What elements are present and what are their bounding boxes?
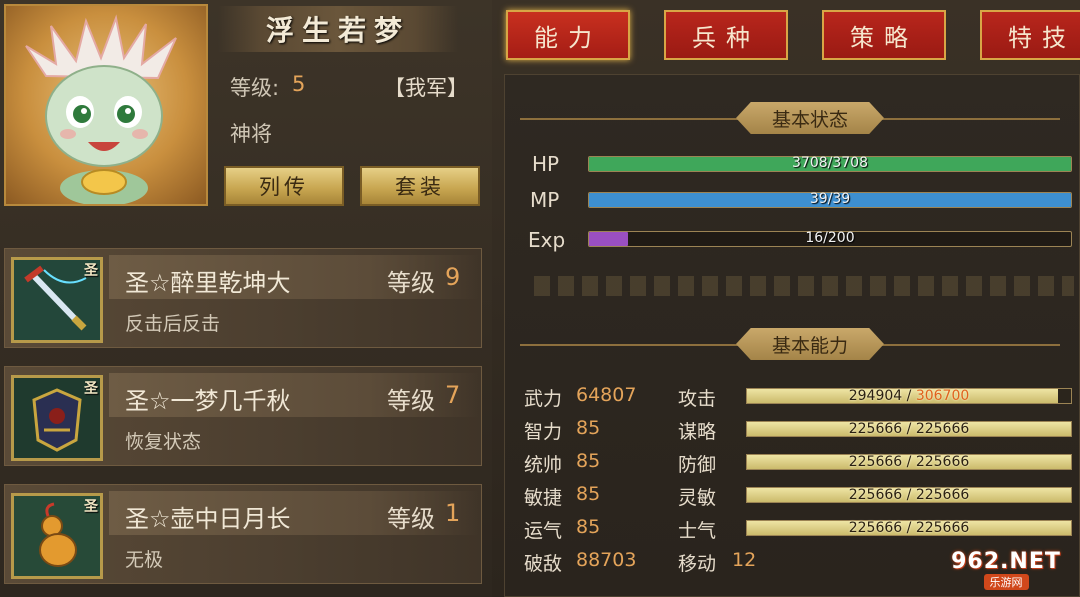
strategy-separator: / [902,421,916,437]
site-watermark: 962.NET 乐游网 [936,546,1076,592]
skill-desc: 反击后反击 [125,313,221,335]
watermark-subtitle: 乐游网 [983,573,1029,590]
hp-value: 3708/3708 [792,155,868,171]
attr-value-agility: 85 [576,483,601,505]
morale-bar: 225666 / 225666 [746,520,1072,536]
attr-label-command: 统帅 [524,454,563,476]
section-title-status: 基本状态 [736,102,884,134]
skill-level-value: 7 [445,381,461,409]
morale-separator: / [902,520,916,536]
strategy-max: 225666 [915,421,970,437]
attr-label-luck: 运气 [524,520,563,542]
skill-level-label: 等级 [387,269,435,297]
attr-label-breakthrough: 破敌 [524,553,563,575]
defense-separator: / [902,454,916,470]
exp-bar: 16/200 [588,230,1072,247]
hp-bar: 3708/3708 [588,155,1072,172]
hero-faction: 【我军】 [384,76,468,100]
skill-tag: 圣 [84,381,98,397]
morale-value: 225666 / 225666 [747,520,1071,536]
hero-level-value: 5 [292,72,306,96]
defense-max: 225666 [915,454,970,470]
stat-label-agility: 灵敏 [678,487,717,509]
sword-icon: 圣 [11,257,103,343]
section-title-ability: 基本能力 [736,328,884,360]
attr-value-luck: 85 [576,516,601,538]
skill-name: 圣☆壶中日月长 [125,505,291,533]
skill-desc: 无极 [125,549,164,571]
stat-label-strategy: 谋略 [678,421,717,443]
attack-bar: 294904 / 306700 [746,388,1072,404]
exp-label: Exp [528,228,566,252]
attack-value: 294904 / 306700 [747,388,1071,404]
attack-current: 294904 [848,388,903,404]
gourd-icon: 圣 [11,493,103,579]
attr-value-breakthrough: 88703 [576,549,637,571]
stat-label-move: 移动 [678,553,717,575]
exp-value: 16/200 [805,230,855,246]
hero-name: 浮生若梦 [218,6,458,52]
skill-card[interactable]: 圣 圣☆壶中日月长 等级 1 无极 [4,484,482,584]
tab-ability[interactable]: 能力 [506,10,630,60]
strategy-bar: 225666 / 225666 [746,421,1072,437]
strategy-value: 225666 / 225666 [747,421,1071,437]
watermark-logo: 962.NET [951,548,1061,574]
agility-current: 225666 [848,487,903,503]
skill-name: 圣☆醉里乾坤大 [125,269,291,297]
attr-label-intellect: 智力 [524,421,563,443]
armor-icon: 圣 [11,375,103,461]
tab-special-skill[interactable]: 特技 [980,10,1080,60]
skill-tag: 圣 [84,263,98,279]
attack-separator: / [902,388,916,404]
skill-desc: 恢复状态 [125,431,202,453]
skill-level-value: 1 [445,499,461,527]
stat-label-morale: 士气 [678,520,717,542]
skill-card[interactable]: 圣 圣☆醉里乾坤大 等级 9 反击后反击 [4,248,482,348]
outfit-button[interactable]: 套装 [360,166,480,206]
skill-level-label: 等级 [387,387,435,415]
mp-bar: 39/39 [588,191,1072,208]
skill-tag: 圣 [84,499,98,515]
skill-name: 圣☆一梦几千秋 [125,387,291,415]
skill-level-label: 等级 [387,505,435,533]
strategy-current: 225666 [848,421,903,437]
attr-label-force: 武力 [524,388,563,410]
attr-label-agility: 敏捷 [524,487,563,509]
defense-current: 225666 [848,454,903,470]
stat-label-defense: 防御 [678,454,717,476]
biography-button[interactable]: 列传 [224,166,344,206]
hp-label: HP [532,152,560,176]
morale-current: 225666 [848,520,903,536]
agility-bar: 225666 / 225666 [746,487,1072,503]
agility-value: 225666 / 225666 [747,487,1071,503]
hero-level-label: 等级: [230,76,280,100]
hero-portrait[interactable] [4,4,208,206]
mp-value: 39/39 [809,191,851,207]
stat-label-attack: 攻击 [678,388,717,410]
tab-strategy[interactable]: 策略 [822,10,946,60]
stat-value-move: 12 [732,549,757,571]
decorative-border [534,276,1074,296]
tab-troops[interactable]: 兵种 [664,10,788,60]
attr-value-intellect: 85 [576,417,601,439]
attack-max: 306700 [915,388,970,404]
agility-max: 225666 [915,487,970,503]
mp-label: MP [530,188,560,212]
dragon-avatar-icon [25,14,177,204]
attr-value-command: 85 [576,450,601,472]
defense-value: 225666 / 225666 [747,454,1071,470]
skill-card[interactable]: 圣 圣☆一梦几千秋 等级 7 恢复状态 [4,366,482,466]
morale-max: 225666 [915,520,970,536]
attr-value-force: 64807 [576,384,637,406]
agility-separator: / [902,487,916,503]
skill-level-value: 9 [445,263,461,291]
defense-bar: 225666 / 225666 [746,454,1072,470]
hero-rank: 神将 [230,122,272,146]
